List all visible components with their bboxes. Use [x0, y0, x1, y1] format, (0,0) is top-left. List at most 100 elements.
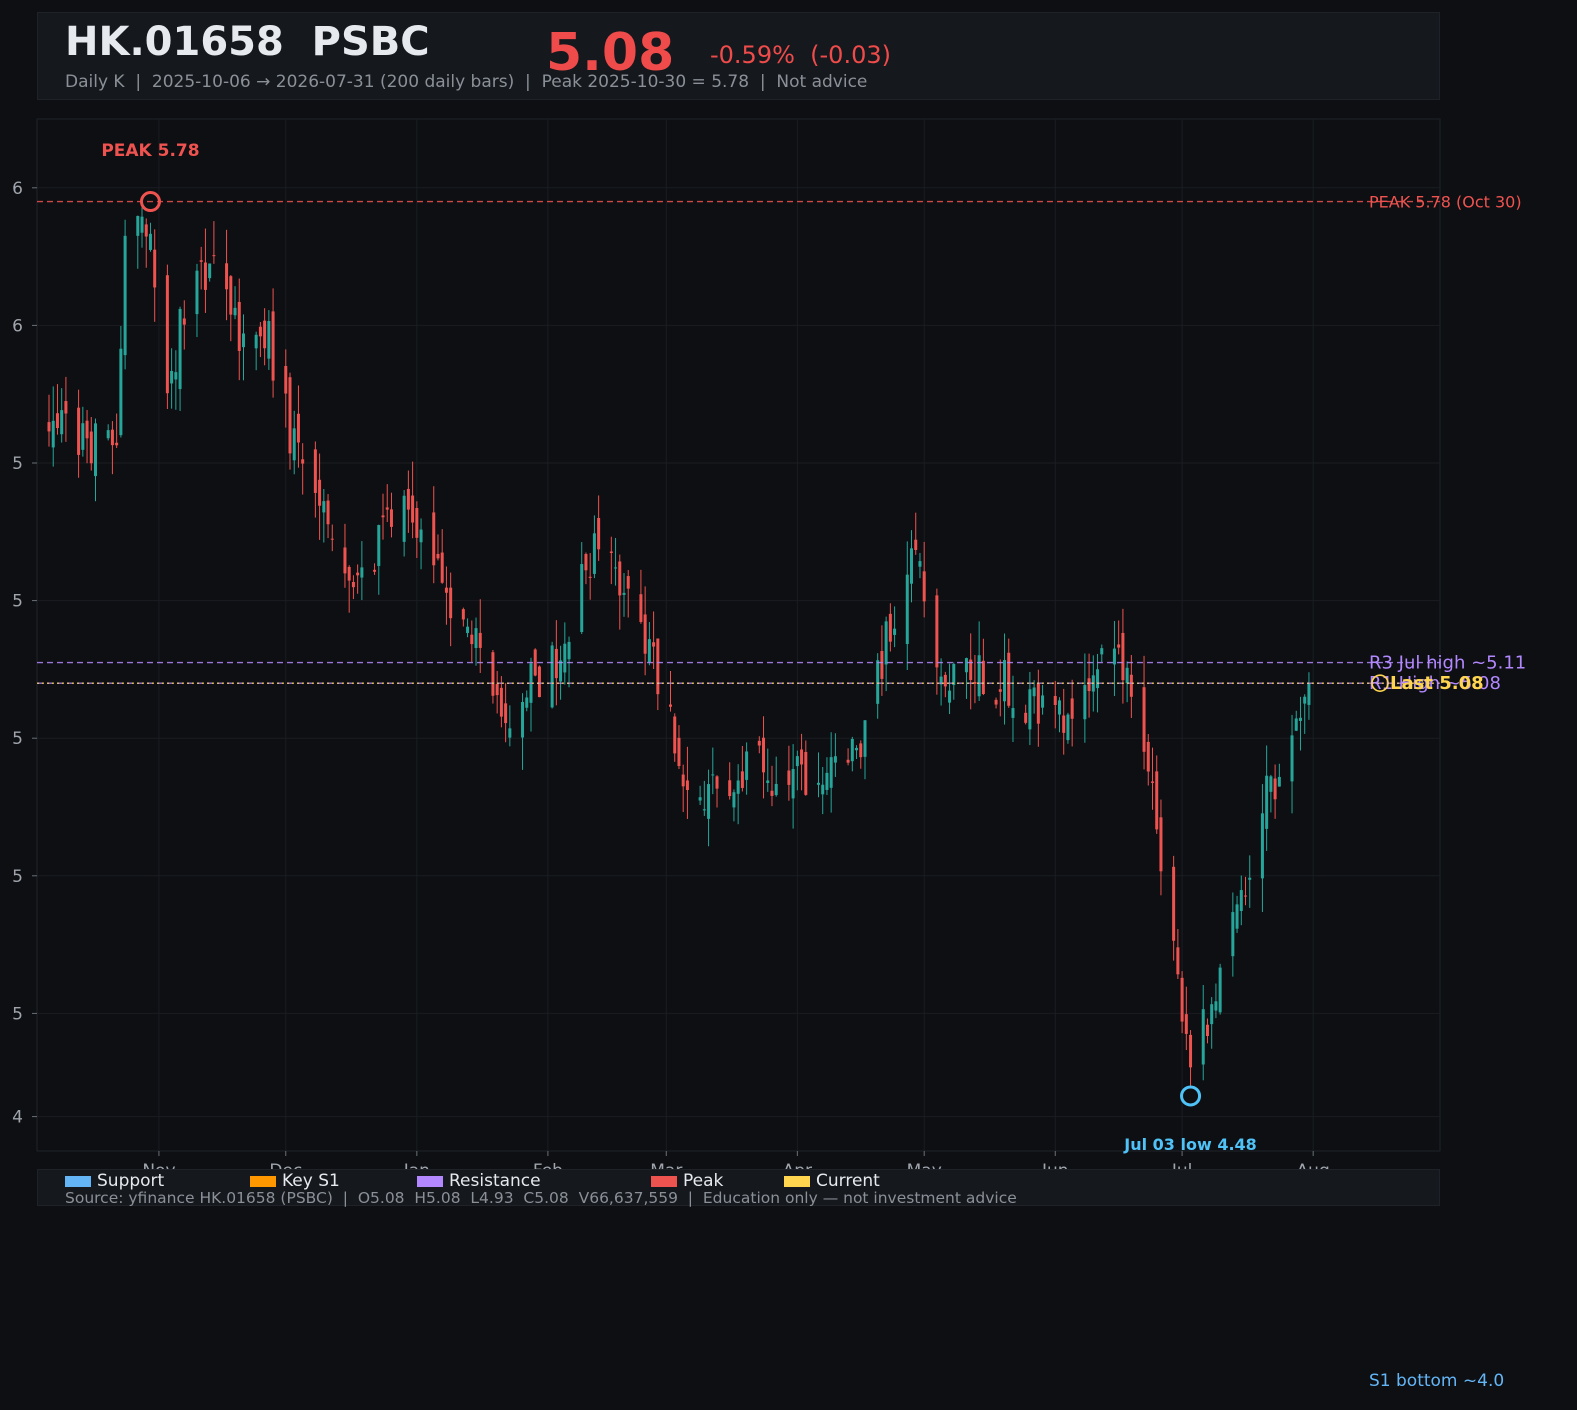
candle-body	[199, 260, 203, 262]
candle-body	[123, 235, 127, 356]
candle-body	[1180, 977, 1184, 1022]
legend-label-peak: Peak	[683, 1171, 724, 1191]
candle-body	[85, 420, 89, 439]
candle-body	[1248, 877, 1252, 880]
candle-body	[981, 660, 985, 694]
annotation-label-low: Jul 03 low 4.48	[1123, 1135, 1257, 1154]
level-label-peak: PEAK 5.78 (Oct 30)	[1369, 193, 1522, 212]
candle-body	[1066, 714, 1070, 741]
candle-body	[905, 574, 909, 644]
candle-body	[816, 782, 820, 785]
candle-body	[381, 515, 385, 518]
candle-body	[795, 756, 799, 767]
candle-body	[1205, 1024, 1209, 1037]
candle-body	[419, 529, 423, 543]
candle-body	[698, 797, 702, 801]
candle-body	[343, 547, 347, 574]
candle-body	[821, 784, 825, 795]
legend-label-current: Current	[816, 1171, 880, 1191]
candle-body	[1142, 687, 1146, 752]
candle-body	[559, 660, 563, 682]
candle-body	[288, 377, 292, 454]
legend-item-key-s1: Key S1	[250, 1171, 340, 1191]
candle-body	[918, 561, 922, 567]
candle-body	[1032, 687, 1036, 697]
candle-body	[389, 509, 393, 527]
candle-body	[525, 697, 529, 708]
candle-body	[110, 429, 114, 446]
candle-body	[470, 634, 474, 645]
candle-body	[373, 569, 377, 572]
level-label-r3: R3 Jul high ~5.11	[1369, 653, 1526, 674]
candle-body	[1096, 669, 1100, 689]
candle-body	[478, 632, 482, 648]
candle-body	[182, 318, 186, 325]
candle-body	[1244, 895, 1248, 897]
candle-body	[774, 783, 778, 796]
candle-body	[762, 737, 766, 773]
candle-body	[178, 309, 182, 390]
candle-body	[732, 792, 736, 808]
candle-body	[1150, 781, 1154, 783]
candle-body	[1265, 775, 1269, 829]
candle-body	[994, 699, 998, 705]
y-tick-label: 5	[12, 729, 23, 749]
candle-body	[385, 507, 389, 510]
candle-body	[1303, 696, 1307, 704]
candle-body	[136, 215, 140, 236]
candle-body	[833, 756, 837, 763]
candle-body	[1028, 689, 1032, 730]
candle-body	[884, 621, 888, 665]
candle-body	[715, 776, 719, 789]
candle-body	[855, 747, 859, 751]
candle-body	[563, 643, 567, 673]
candle-body	[47, 422, 51, 432]
candle-body	[229, 276, 233, 315]
legend-item-peak: Peak	[651, 1171, 723, 1191]
candle-body	[263, 320, 267, 349]
candle-body	[804, 751, 808, 795]
candle-body	[880, 651, 884, 679]
candle-body	[225, 263, 229, 290]
candle-body	[432, 512, 436, 566]
candle-body	[998, 689, 1002, 692]
candle-body	[106, 430, 110, 439]
candle-body	[351, 582, 355, 588]
candle-body	[1155, 771, 1159, 830]
plot-area	[36, 118, 1441, 1152]
legend-label-support: Support	[97, 1171, 165, 1191]
candle-body	[254, 334, 258, 349]
candle-body	[626, 576, 630, 589]
legend-swatch-current	[784, 1175, 810, 1187]
candle-body	[736, 780, 740, 794]
candle-body	[1184, 1014, 1188, 1034]
candle-body	[55, 413, 59, 429]
candle-body	[859, 743, 863, 758]
candle-body	[1011, 708, 1015, 718]
candle-body	[466, 626, 470, 634]
candle-body	[1024, 712, 1028, 723]
candle-body	[876, 660, 880, 704]
candle-body	[846, 759, 850, 763]
candle-body	[656, 638, 660, 695]
candle-body	[893, 628, 897, 635]
legend-swatch-resistance	[417, 1175, 443, 1187]
candle-body	[597, 517, 601, 550]
candle-body	[153, 249, 157, 288]
candle-body	[1189, 1034, 1193, 1068]
candle-body	[1218, 967, 1222, 1013]
candle-body	[115, 442, 119, 446]
candle-body	[411, 495, 415, 523]
candle-body	[647, 639, 651, 662]
candle-body	[267, 320, 271, 359]
candle-body	[51, 420, 55, 448]
candle-body	[1053, 695, 1057, 705]
candle-body	[948, 690, 952, 703]
candle-body	[203, 262, 207, 290]
candle-body	[521, 701, 525, 738]
candle-body	[622, 592, 626, 595]
candle-body	[618, 561, 622, 596]
candle-body	[1159, 817, 1163, 872]
candle-body	[740, 771, 744, 788]
candle-body	[208, 263, 212, 279]
